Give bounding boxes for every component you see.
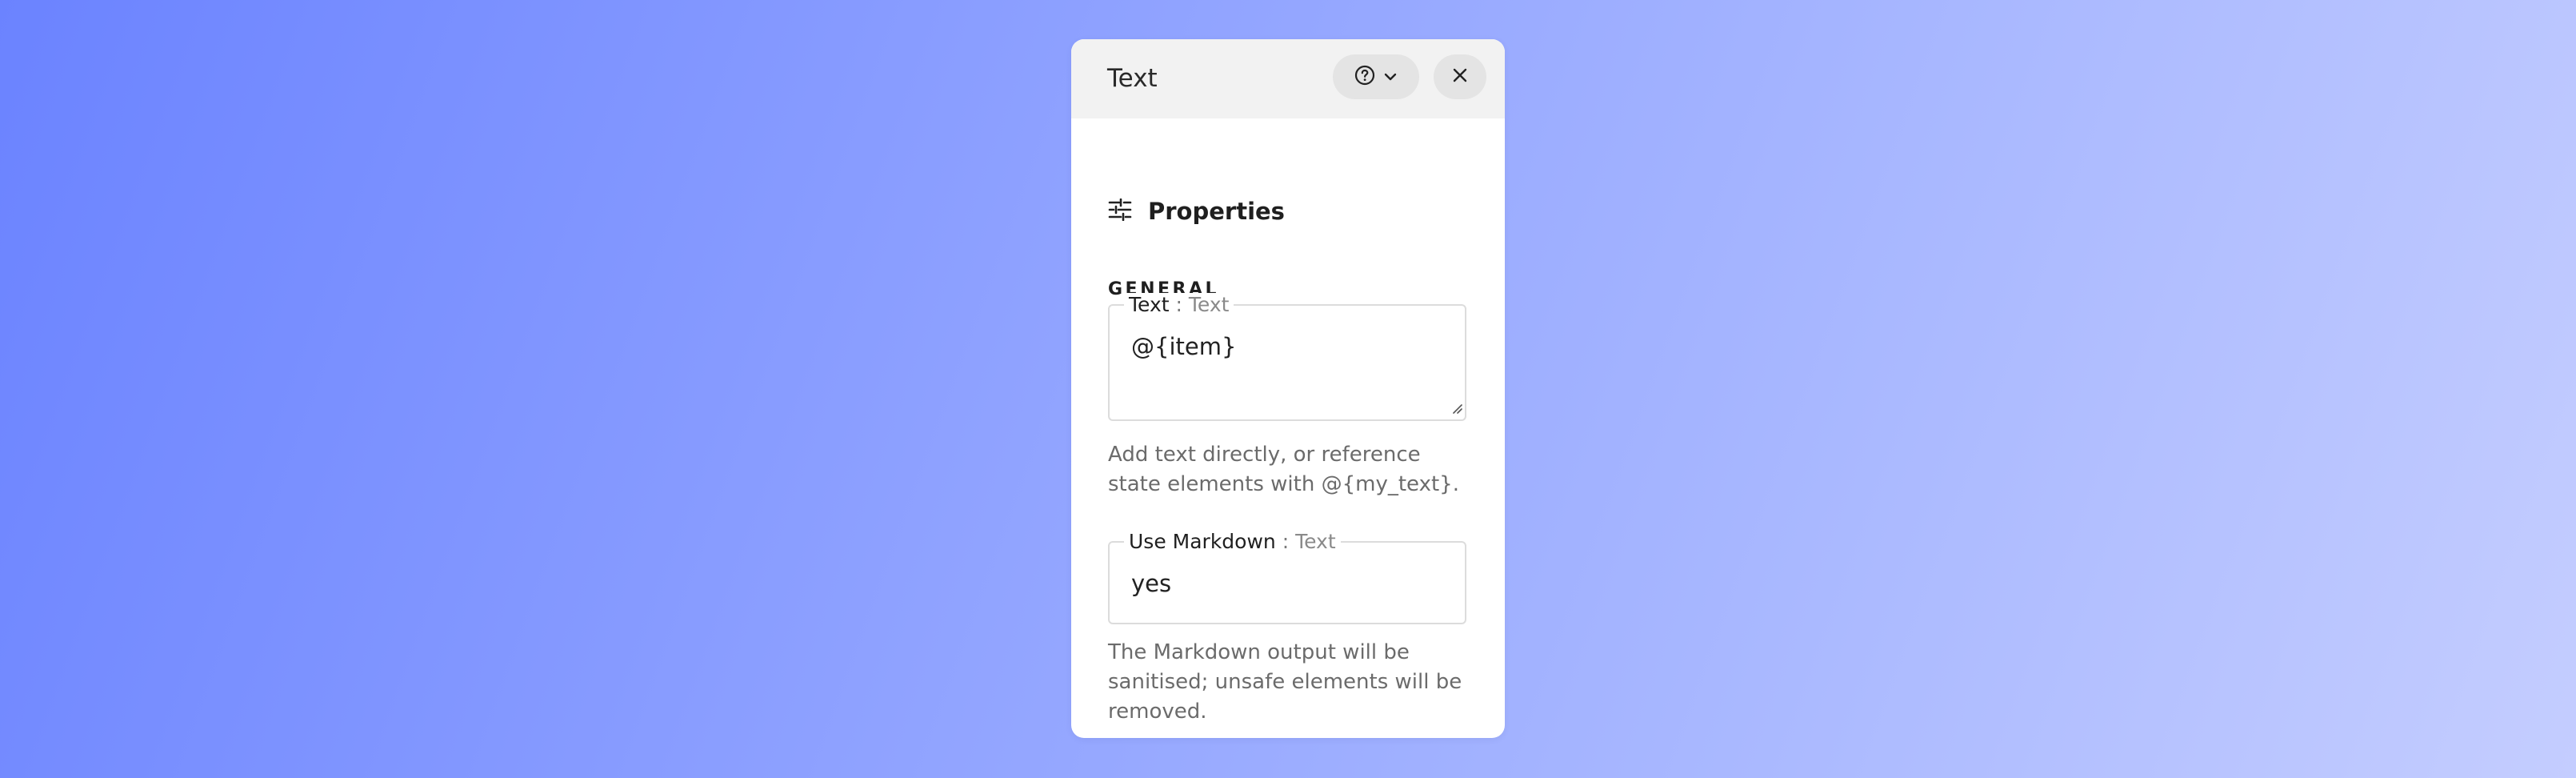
help-menu-button[interactable]	[1333, 54, 1419, 99]
close-icon	[1451, 66, 1469, 87]
question-circle-icon	[1354, 65, 1375, 89]
component-settings-panel: Text Properties GENERAL Text: Text @{it…	[1071, 39, 1505, 738]
close-button[interactable]	[1434, 54, 1486, 99]
text-field-separator: :	[1169, 293, 1189, 316]
text-field-value[interactable]: @{item}	[1131, 333, 1236, 360]
panel-title: Text	[1107, 64, 1158, 93]
use-markdown-field-name: Use Markdown	[1129, 530, 1276, 553]
panel-header: Text	[1071, 39, 1505, 118]
use-markdown-field-help: The Markdown output will be sanitised; u…	[1108, 640, 1462, 724]
use-markdown-field-legend: Use Markdown : Text	[1124, 530, 1341, 553]
text-field-name: Text	[1129, 293, 1170, 316]
text-field-legend: Text : Text	[1124, 293, 1234, 316]
text-field[interactable]: Text : Text @{item}	[1108, 293, 1466, 421]
section-title: Properties	[1148, 198, 1285, 225]
use-markdown-field-separator: :	[1275, 530, 1296, 553]
resize-handle-icon[interactable]	[1450, 401, 1462, 417]
chevron-down-icon	[1383, 70, 1398, 85]
use-markdown-field-type: Text	[1295, 530, 1336, 553]
use-markdown-field-value[interactable]: yes	[1131, 570, 1171, 597]
sliders-icon	[1108, 198, 1132, 224]
text-field-type: Text	[1188, 293, 1230, 316]
section-heading-properties: Properties	[1108, 198, 1285, 225]
text-field-help: Add text directly, or reference state el…	[1108, 443, 1459, 496]
use-markdown-field[interactable]: Use Markdown : Text yes	[1108, 530, 1466, 624]
